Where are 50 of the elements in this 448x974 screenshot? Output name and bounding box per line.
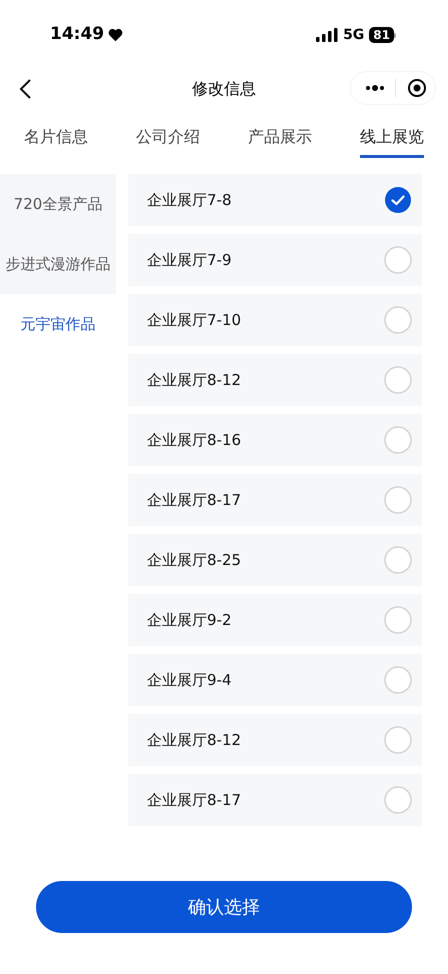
exhibit-row[interactable]: 企业展厅8-16 xyxy=(128,414,422,466)
category-item[interactable]: 步进式漫游作品 xyxy=(0,234,116,294)
network-label: 5G xyxy=(343,26,364,44)
exhibit-row[interactable]: 企业展厅8-17 xyxy=(128,774,422,826)
exhibit-row[interactable]: 企业展厅8-17 xyxy=(128,474,422,526)
category-item[interactable]: 720全景产品 xyxy=(0,174,116,234)
confirm-button[interactable]: 确认选择 xyxy=(36,881,412,933)
exhibit-row[interactable]: 企业展厅9-4 xyxy=(128,654,422,706)
exhibit-row[interactable]: 企业展厅7-10 xyxy=(128,294,422,346)
heart-icon xyxy=(108,28,124,42)
tab[interactable]: 线上展览 xyxy=(360,124,424,158)
exhibit-name: 企业展厅7-10 xyxy=(147,310,242,331)
battery-icon: 81 xyxy=(369,27,396,43)
unchecked-radio[interactable] xyxy=(384,726,412,754)
exhibit-row[interactable]: 企业展厅7-8 xyxy=(128,174,422,226)
unchecked-radio[interactable] xyxy=(384,486,412,514)
signal-icon xyxy=(316,28,338,42)
checked-radio[interactable] xyxy=(384,186,412,214)
back-icon[interactable] xyxy=(18,78,32,100)
unchecked-radio[interactable] xyxy=(384,666,412,694)
unchecked-radio[interactable] xyxy=(384,426,412,454)
exhibit-row[interactable]: 企业展厅8-12 xyxy=(128,354,422,406)
exhibit-name: 企业展厅8-12 xyxy=(147,730,242,751)
exhibit-row[interactable]: 企业展厅7-9 xyxy=(128,234,422,286)
page-title: 修改信息 xyxy=(192,78,256,100)
status-time: 14:49 xyxy=(50,23,104,46)
unchecked-radio[interactable] xyxy=(384,306,412,334)
unchecked-radio[interactable] xyxy=(384,366,412,394)
tab[interactable]: 公司介绍 xyxy=(136,124,200,158)
exhibit-name: 企业展厅9-2 xyxy=(147,610,232,631)
exhibit-name: 企业展厅8-16 xyxy=(147,430,242,451)
unchecked-radio[interactable] xyxy=(384,786,412,814)
tab[interactable]: 产品展示 xyxy=(248,124,312,158)
exhibit-name: 企业展厅9-4 xyxy=(147,670,232,691)
unchecked-radio[interactable] xyxy=(384,246,412,274)
unchecked-radio[interactable] xyxy=(384,606,412,634)
exhibit-row[interactable]: 企业展厅8-12 xyxy=(128,714,422,766)
unchecked-radio[interactable] xyxy=(384,546,412,574)
exhibit-name: 企业展厅8-17 xyxy=(147,490,242,511)
exhibit-name: 企业展厅8-17 xyxy=(147,790,242,811)
exhibit-row[interactable]: 企业展厅9-2 xyxy=(128,594,422,646)
tab[interactable]: 名片信息 xyxy=(24,124,88,158)
exhibit-row[interactable]: 企业展厅8-25 xyxy=(128,534,422,586)
close-target-icon[interactable] xyxy=(407,78,427,98)
exhibit-name: 企业展厅7-8 xyxy=(147,190,232,211)
capsule-menu[interactable] xyxy=(350,71,436,105)
more-icon[interactable] xyxy=(365,85,385,91)
exhibit-name: 企业展厅8-25 xyxy=(147,550,242,571)
exhibit-name: 企业展厅8-12 xyxy=(147,370,242,391)
exhibit-name: 企业展厅7-9 xyxy=(147,250,232,271)
